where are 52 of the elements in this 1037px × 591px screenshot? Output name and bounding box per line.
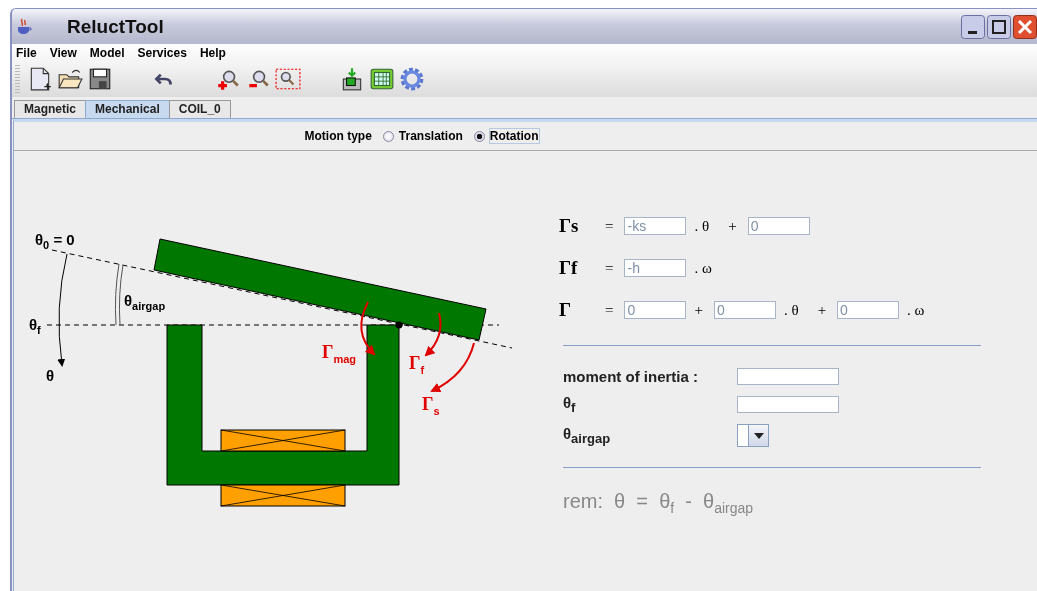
close-button[interactable] [1013, 14, 1037, 39]
equation-symbol: Γf [559, 257, 579, 279]
dropdown[interactable] [737, 424, 769, 447]
coffee-cup-icon [15, 17, 33, 36]
operator: . θ [693, 217, 711, 235]
menu-item[interactable]: Model [89, 45, 125, 60]
pivot-point [395, 321, 403, 329]
menu-item[interactable]: Services [137, 45, 187, 60]
window-title: ReluctTool [67, 15, 165, 38]
menu-item[interactable]: Help [199, 45, 226, 60]
torque-label: Γ$_{f}$ [409, 354, 425, 376]
angle-label: θ$_{f}$ [29, 317, 41, 336]
radio-label[interactable]: Rotation [489, 129, 539, 143]
input-field[interactable] [737, 368, 839, 385]
operator: . ω [906, 301, 926, 319]
maximize-button[interactable] [987, 14, 1011, 39]
operator: = [604, 217, 615, 235]
radio-label[interactable]: Translation [398, 129, 463, 143]
property-label: θ$_{airgap}$ [563, 425, 612, 446]
torque-label: Γ$_{s}$ [422, 395, 440, 417]
equation-symbol: Γ [559, 299, 573, 321]
operator: . ω [693, 259, 713, 277]
input-field[interactable] [737, 396, 839, 413]
equation-symbol: Γs [559, 215, 580, 237]
motion-type-label: Motion type [304, 129, 372, 143]
operator: = [604, 259, 615, 277]
tab[interactable]: Mechanical [85, 100, 170, 118]
property-label: θ$_{f}$ [563, 394, 577, 415]
property-label: moment of inertia : [563, 368, 699, 385]
operator: + [693, 301, 704, 319]
spreadsheet-icon[interactable] [369, 66, 395, 92]
tab[interactable]: Magnetic [14, 100, 86, 118]
remark-text: rem: θ = θ$_{f}$ - θ$_{airgap}$ [563, 490, 755, 516]
operator: + [727, 217, 738, 235]
tab[interactable]: COIL_0 [168, 100, 231, 118]
airgap-arc [114, 263, 124, 326]
angle-label: θ$_{0}$ = 0 [35, 232, 75, 251]
gear-icon[interactable] [399, 66, 425, 92]
caret-icon [753, 432, 764, 439]
angle-label: θ$_{airgap}$ [124, 293, 166, 312]
menu-item[interactable]: View [49, 45, 77, 60]
torque-arrow [360, 301, 376, 356]
menu-item[interactable]: File [16, 45, 37, 60]
operator: + [816, 301, 828, 319]
radio-button[interactable] [382, 130, 394, 142]
operator: = [604, 301, 615, 319]
zoom-box-icon[interactable] [275, 66, 301, 92]
torque-label: Γ$_{mag}$ [322, 343, 357, 365]
minimize-button[interactable] [961, 14, 985, 39]
angle-label: θ [46, 368, 55, 383]
radio-button[interactable] [473, 130, 485, 142]
operator: . θ [782, 301, 800, 319]
